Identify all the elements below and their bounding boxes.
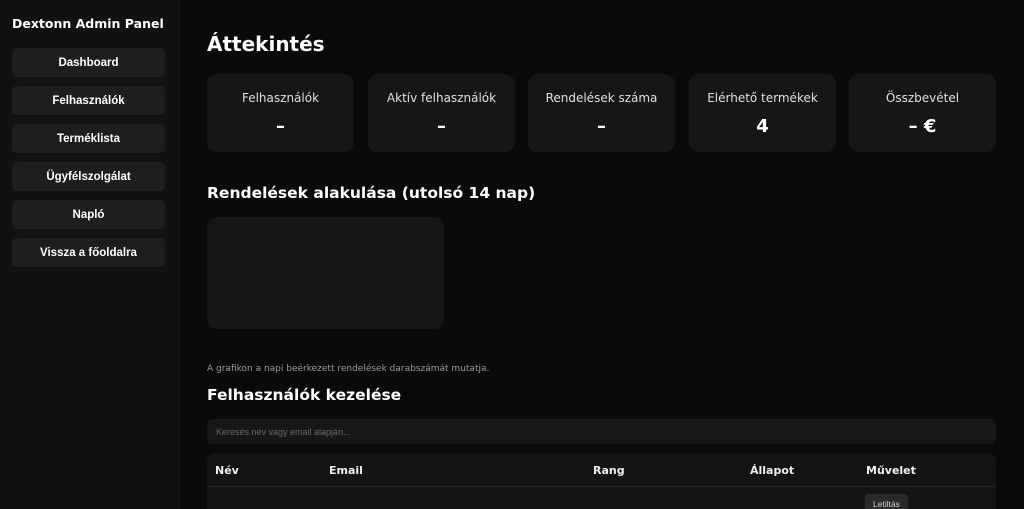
stat-value: – [597, 116, 606, 137]
page-title: Áttekintés [207, 32, 325, 56]
orders-chart-title: Rendelések alakulása (utolsó 14 nap) [207, 184, 536, 202]
stat-card-orders: Rendelések száma – [528, 74, 675, 152]
stat-value: – [276, 116, 285, 137]
stat-label: Elérhető termékek [707, 91, 818, 105]
stat-label: Aktív felhasználók [386, 91, 497, 105]
column-header-status: Állapot [750, 464, 795, 477]
column-header-name: Név [215, 464, 239, 477]
sidebar-item-users[interactable]: Felhasználók [12, 86, 165, 115]
table-header-divider [207, 486, 996, 487]
stat-card-revenue: Összbevétel – € [849, 74, 996, 152]
stat-value: – [437, 116, 446, 137]
stat-card-active-users: Aktív felhasználók – [368, 74, 515, 152]
stat-label: Felhasználók [241, 91, 320, 105]
column-header-rank: Rang [593, 464, 625, 477]
stat-label: Rendelések száma [545, 91, 658, 105]
column-header-action: Művelet [866, 464, 916, 477]
stat-value: 4 [756, 116, 769, 137]
chart-caption: A grafikon a napi beérkezett rendelések … [207, 364, 490, 374]
block-user-button[interactable]: Letiltás [865, 494, 908, 509]
sidebar-item-log[interactable]: Napló [12, 200, 165, 229]
stat-label: Összbevétel [885, 91, 960, 105]
sidebar: Dextonn Admin Panel Dashboard Felhasznál… [0, 0, 180, 509]
sidebar-item-products[interactable]: Terméklista [12, 124, 165, 153]
user-search-input[interactable] [207, 419, 996, 444]
sidebar-item-back-home[interactable]: Vissza a főoldalra [12, 238, 165, 267]
sidebar-item-support[interactable]: Ügyfélszolgálat [12, 162, 165, 191]
brand-title: Dextonn Admin Panel [12, 16, 164, 31]
stat-card-products: Elérhető termékek 4 [689, 74, 836, 152]
main-content: Áttekintés Felhasználók – Aktív felhaszn… [180, 0, 1024, 509]
users-section-title: Felhasználók kezelése [207, 386, 402, 404]
sidebar-item-dashboard[interactable]: Dashboard [12, 48, 165, 77]
stat-value: – € [908, 116, 937, 137]
users-table: Név Email Rang Állapot Művelet Letiltás [207, 453, 996, 509]
stat-card-users: Felhasználók – [207, 74, 354, 152]
orders-chart [207, 217, 444, 329]
column-header-email: Email [329, 464, 363, 477]
